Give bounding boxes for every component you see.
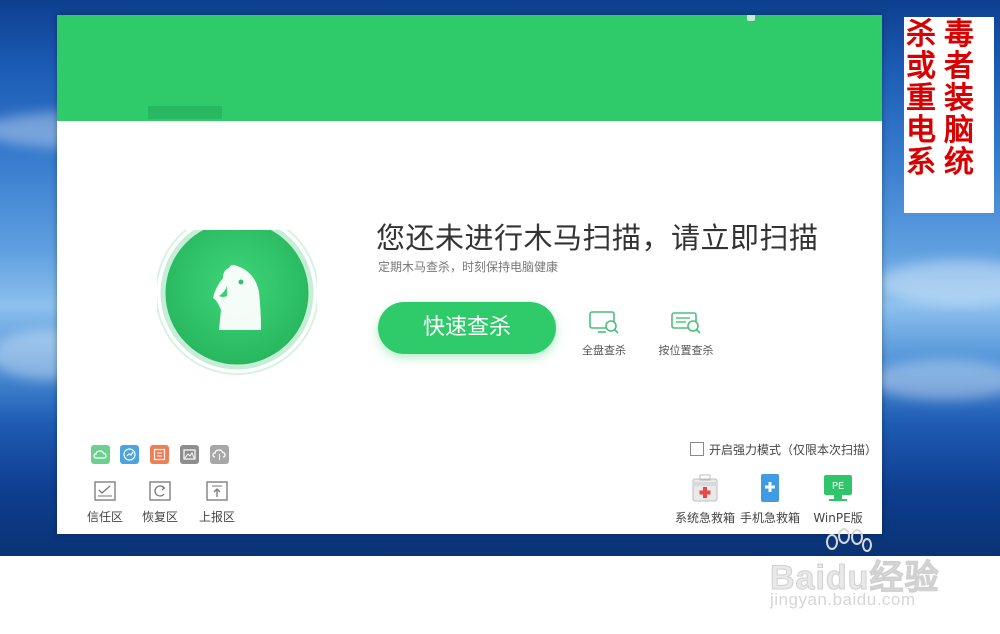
- trust-list-icon: [94, 481, 116, 501]
- annotation-note: 杀或重电系 毒者装脑统: [904, 17, 994, 213]
- strong-mode-checkbox[interactable]: 开启强力模式（仅限本次扫描）: [690, 441, 877, 458]
- trust-zone-button[interactable]: 信任区: [75, 480, 135, 525]
- speed-icon[interactable]: [120, 445, 139, 464]
- winpe-button[interactable]: PE WinPE版: [803, 473, 873, 526]
- scan-status-subtitle: 定期木马查杀，时刻保持电脑健康: [378, 260, 559, 274]
- restore-zone-button[interactable]: 恢复区: [130, 480, 190, 525]
- report-zone-label: 上报区: [198, 510, 235, 524]
- cloud: [880, 260, 1000, 305]
- trust-zone-label: 信任区: [86, 510, 123, 524]
- system-rescue-label: 系统急救箱: [674, 511, 735, 525]
- phone-rescue-button[interactable]: 手机急救箱: [735, 473, 805, 526]
- full-scan-label: 全盘查杀: [582, 344, 626, 357]
- image-icon[interactable]: [180, 445, 199, 464]
- trojan-horse-emblem: [157, 230, 317, 375]
- system-rescue-button[interactable]: 系统急救箱: [670, 473, 740, 526]
- winpe-label: WinPE版: [813, 511, 863, 525]
- location-scan-button[interactable]: 按位置查杀: [651, 310, 721, 358]
- winpe-icon-text: PE: [832, 481, 844, 492]
- strong-mode-checkbox-box[interactable]: [690, 442, 704, 456]
- monitor-scan-icon: [589, 311, 619, 334]
- cloud-icon[interactable]: [91, 445, 110, 464]
- phone-rescue-icon: [761, 474, 779, 502]
- cloud: [870, 360, 1000, 400]
- list-icon[interactable]: [150, 445, 169, 464]
- watermark-url: jingyan.baidu.com: [770, 590, 916, 609]
- location-scan-label: 按位置查杀: [658, 344, 714, 357]
- annotation-column-2: 毒者装脑统: [944, 17, 974, 180]
- report-zone-button[interactable]: 上报区: [187, 480, 247, 525]
- header-tab-indicator[interactable]: [148, 106, 222, 119]
- quick-scan-button[interactable]: 快速查杀: [378, 302, 556, 354]
- winpe-icon: PE: [824, 475, 852, 501]
- scan-status-title: 您还未进行木马扫描，请立即扫描: [376, 221, 819, 255]
- upload-icon: [206, 481, 228, 501]
- antivirus-window: 您还未进行木马扫描，请立即扫描 定期木马查杀，时刻保持电脑健康 快速查杀 全盘查…: [57, 15, 882, 534]
- strong-mode-label: 开启强力模式（仅限本次扫描）: [709, 443, 878, 457]
- header-pin: [747, 15, 755, 21]
- phone-rescue-label: 手机急救箱: [739, 511, 800, 525]
- restore-icon: [149, 481, 171, 501]
- window-header: [57, 15, 882, 121]
- first-aid-kit-icon: [692, 474, 718, 502]
- cloud-upload-icon[interactable]: [210, 445, 229, 464]
- full-scan-button[interactable]: 全盘查杀: [569, 310, 639, 358]
- baidu-watermark: Baidu经验 jingyan.baidu.com: [769, 528, 970, 618]
- folder-scan-icon: [671, 312, 701, 334]
- restore-zone-label: 恢复区: [141, 510, 178, 524]
- annotation-column-1: 杀或重电系: [906, 17, 936, 180]
